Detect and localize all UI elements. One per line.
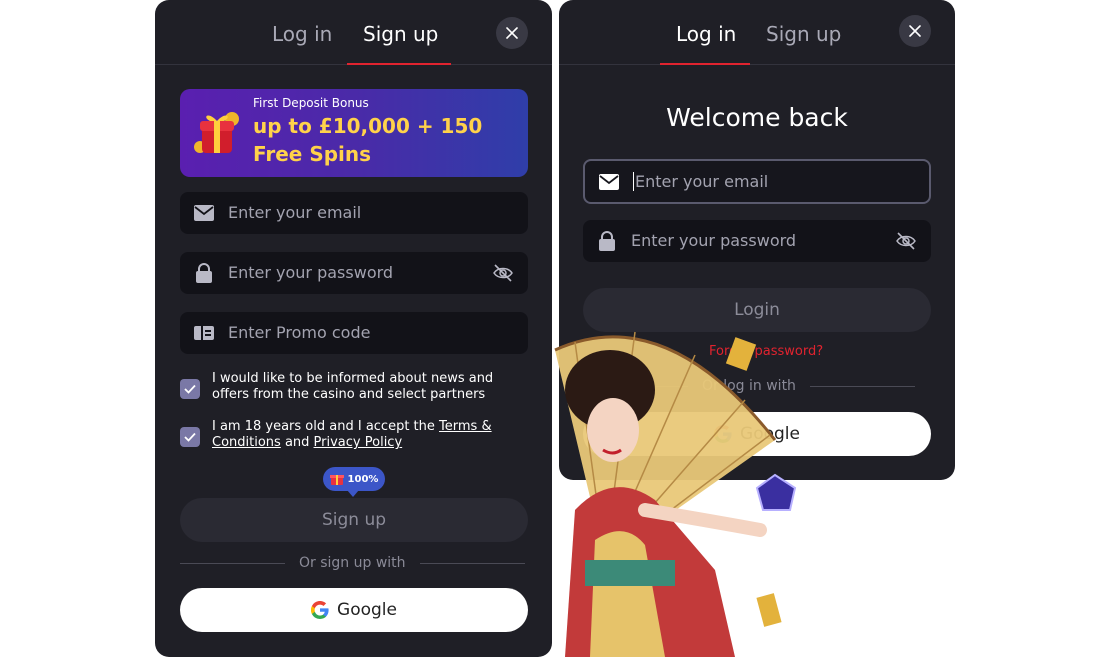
consent-age-checkbox[interactable]: [180, 427, 200, 447]
login-tabs: Log in Sign up: [559, 0, 955, 65]
check-icon: [184, 384, 196, 394]
consent-age-text: I am 18 years old and I accept the: [212, 419, 440, 434]
check-icon: [184, 432, 196, 442]
password-field[interactable]: Enter your password: [583, 220, 931, 262]
email-placeholder: Enter your email: [633, 172, 769, 191]
consent-and: and: [280, 435, 314, 450]
google-signup-button[interactable]: Google: [180, 588, 528, 632]
password-placeholder: Enter your password: [228, 263, 394, 282]
email-placeholder: Enter your email: [228, 203, 362, 222]
close-icon: [909, 25, 921, 37]
tab-signup[interactable]: Sign up: [363, 22, 438, 46]
signup-button[interactable]: Sign up: [180, 498, 528, 542]
progress-badge: 100%: [323, 467, 385, 497]
lock-icon: [194, 263, 214, 283]
bonus-title: up to £10,000 + 150 Free Spins: [253, 114, 483, 166]
active-tab-indicator: [347, 63, 451, 65]
google-icon: [311, 601, 329, 619]
divider-line: [809, 385, 915, 387]
mail-icon: [599, 172, 619, 192]
close-button[interactable]: [899, 15, 931, 47]
signup-panel: Log in Sign up First Deposit Bonus up to…: [155, 0, 552, 657]
email-field[interactable]: Enter your email: [583, 159, 931, 204]
tab-login[interactable]: Log in: [272, 22, 332, 46]
divider-text: Or sign up with: [299, 555, 406, 571]
lock-icon: [597, 231, 617, 251]
email-field[interactable]: Enter your email: [180, 192, 528, 234]
eye-off-icon[interactable]: [895, 230, 917, 252]
promo-field[interactable]: Enter Promo code: [180, 312, 528, 354]
tab-login[interactable]: Log in: [676, 22, 736, 46]
divider-line: [180, 562, 285, 564]
gift-icon: [194, 112, 239, 153]
active-tab-indicator: [660, 63, 750, 65]
mail-icon: [194, 203, 214, 223]
close-icon: [506, 27, 518, 39]
signup-tabs: Log in Sign up: [155, 0, 552, 65]
progress-value: 100%: [347, 473, 379, 485]
privacy-link[interactable]: Privacy Policy: [314, 435, 403, 450]
divider-line: [419, 562, 525, 564]
close-button[interactable]: [496, 17, 528, 49]
google-label: Google: [337, 600, 397, 620]
welcome-heading: Welcome back: [666, 103, 848, 132]
consent-news-checkbox[interactable]: [180, 379, 200, 399]
consent-news-label: I would like to be informed about news a…: [212, 371, 494, 402]
eye-off-icon[interactable]: [492, 262, 514, 284]
password-field[interactable]: Enter your password: [180, 252, 528, 294]
bonus-banner: First Deposit Bonus up to £10,000 + 150 …: [180, 89, 528, 177]
promo-icon: [194, 323, 214, 343]
signup-divider: Or sign up with: [180, 555, 528, 571]
geisha-illustration: [554, 331, 797, 657]
tab-signup[interactable]: Sign up: [766, 22, 841, 46]
gift-icon: [329, 475, 344, 485]
password-placeholder: Enter your password: [631, 231, 797, 250]
bonus-subtitle: First Deposit Bonus: [253, 96, 369, 110]
promo-placeholder: Enter Promo code: [228, 323, 371, 342]
consent-age-label: I am 18 years old and I accept the Terms…: [212, 419, 532, 451]
